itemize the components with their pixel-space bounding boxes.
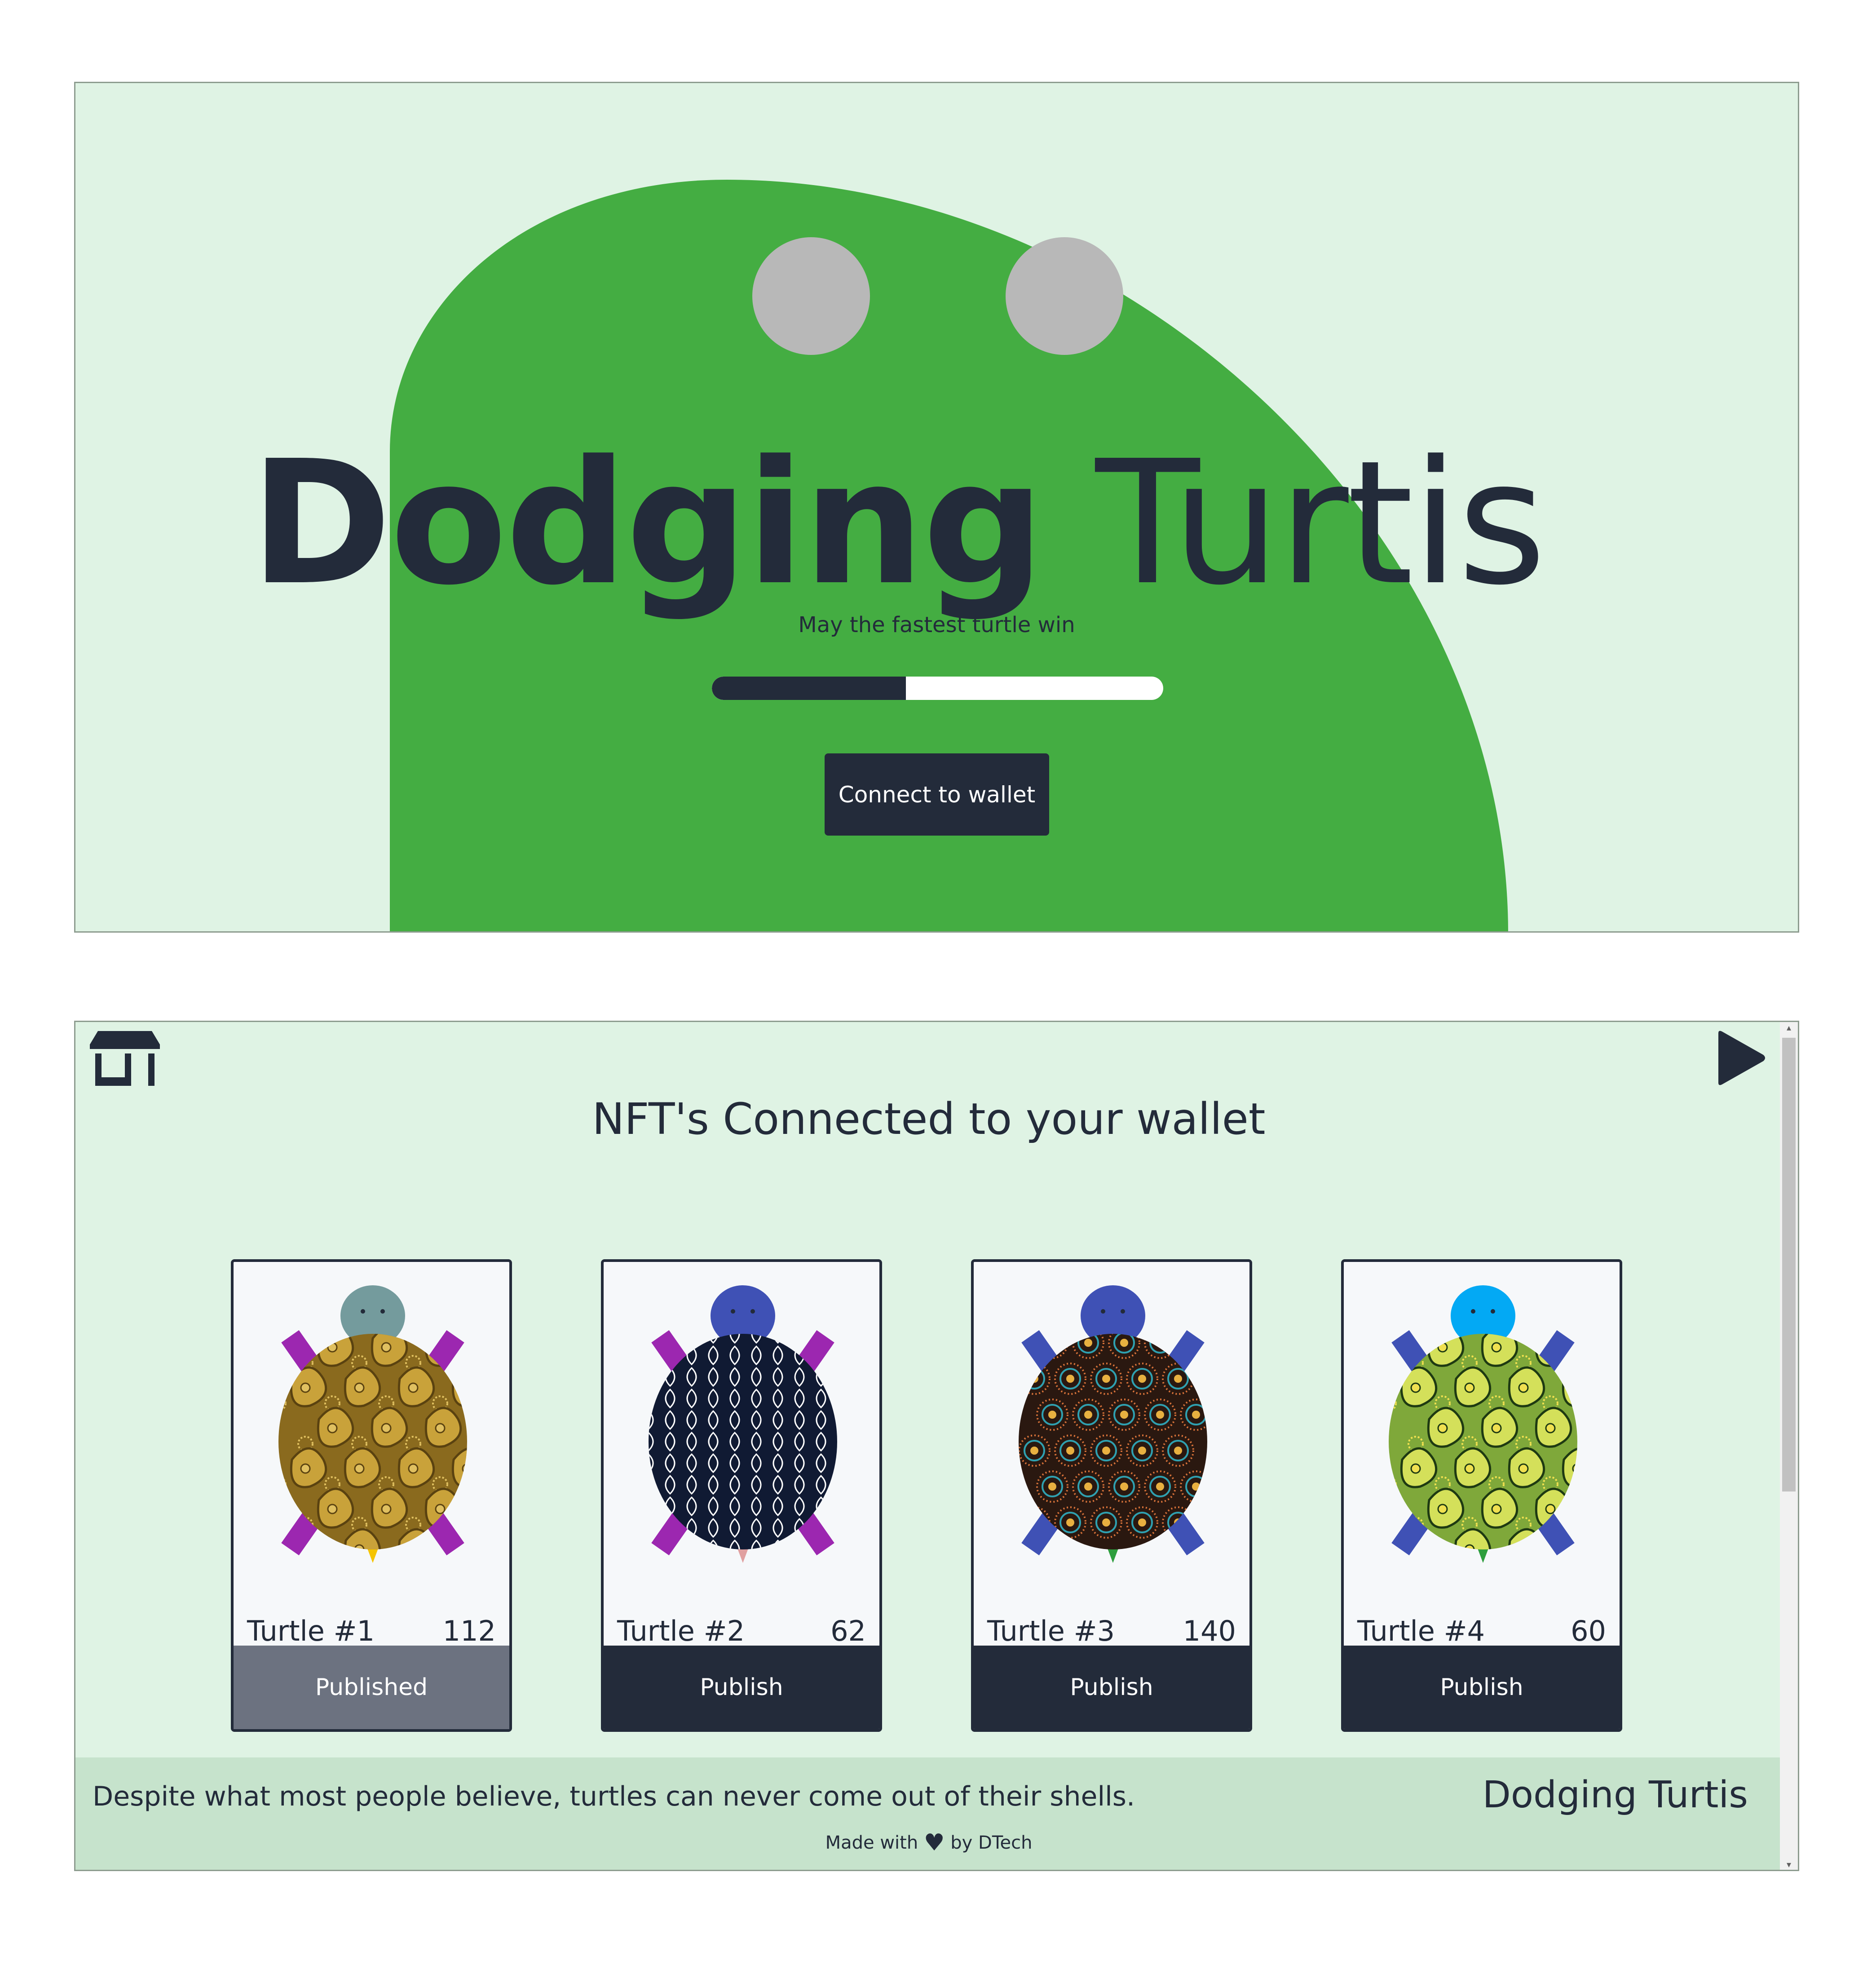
nft-name: Turtle #3 [987,1615,1115,1647]
scroll-down-arrow-icon[interactable]: ▾ [1783,1859,1794,1870]
wallet-panel: NFT's Connected to your wallet Turtle #1… [74,1021,1799,1871]
nft-card: Turtle #1 112 Published [231,1259,512,1732]
footer-brand: Dodging Turtis [1482,1774,1748,1816]
title-light: Turtis [1095,424,1546,623]
turtle-nft-image [1019,1285,1207,1563]
nft-score: 112 [442,1615,496,1647]
publish-button[interactable]: Publish [974,1646,1249,1729]
made-with-credit: Made with ♥ by DTech [75,1829,1782,1856]
nft-card: Turtle #3 140 Publish [971,1259,1252,1732]
scroll-up-arrow-icon[interactable]: ▴ [1783,1022,1794,1033]
published-button[interactable]: Published [234,1646,509,1729]
left-eye [752,237,870,355]
turtle-fact: Despite what most people believe, turtle… [93,1781,1135,1812]
scrollbar[interactable]: ▴ ▾ [1780,1022,1798,1870]
nft-card: Turtle #2 62 Publish [601,1259,882,1732]
nft-score: 140 [1183,1615,1236,1647]
made-prefix: Made with [825,1832,918,1853]
nft-card: Turtle #4 60 Publish [1341,1259,1622,1732]
nft-score: 62 [830,1615,866,1647]
progress-fill [712,677,906,700]
nft-heading: NFT's Connected to your wallet [592,1094,1266,1144]
nft-score: 60 [1571,1615,1606,1647]
nft-name: Turtle #1 [247,1615,375,1647]
subtitle: May the fastest turtle win [798,612,1075,637]
loading-progress-bar [712,677,1163,700]
play-icon[interactable] [1714,1029,1768,1087]
turtle-shell [649,1334,837,1549]
right-eye [1006,237,1123,355]
heart-icon: ♥ [923,1829,945,1856]
nft-name: Turtle #2 [617,1615,745,1647]
publish-button[interactable]: Publish [604,1646,879,1729]
store-icon[interactable] [89,1029,161,1087]
connect-wallet-button[interactable]: Connect to wallet [825,753,1049,836]
turtle-nft-image [1389,1285,1577,1563]
title-bold: Dodging [250,424,1045,623]
footer: Despite what most people believe, turtle… [75,1757,1782,1870]
nft-name: Turtle #4 [1357,1615,1485,1647]
scroll-thumb[interactable] [1782,1038,1796,1491]
page-title: Dodging Turtis [75,438,1798,609]
made-suffix: by DTech [950,1832,1033,1853]
publish-button[interactable]: Publish [1344,1646,1620,1729]
turtle-nft-image [649,1285,837,1563]
landing-panel: Dodging Turtis May the fastest turtle wi… [74,82,1799,933]
turtle-nft-image [278,1285,467,1563]
